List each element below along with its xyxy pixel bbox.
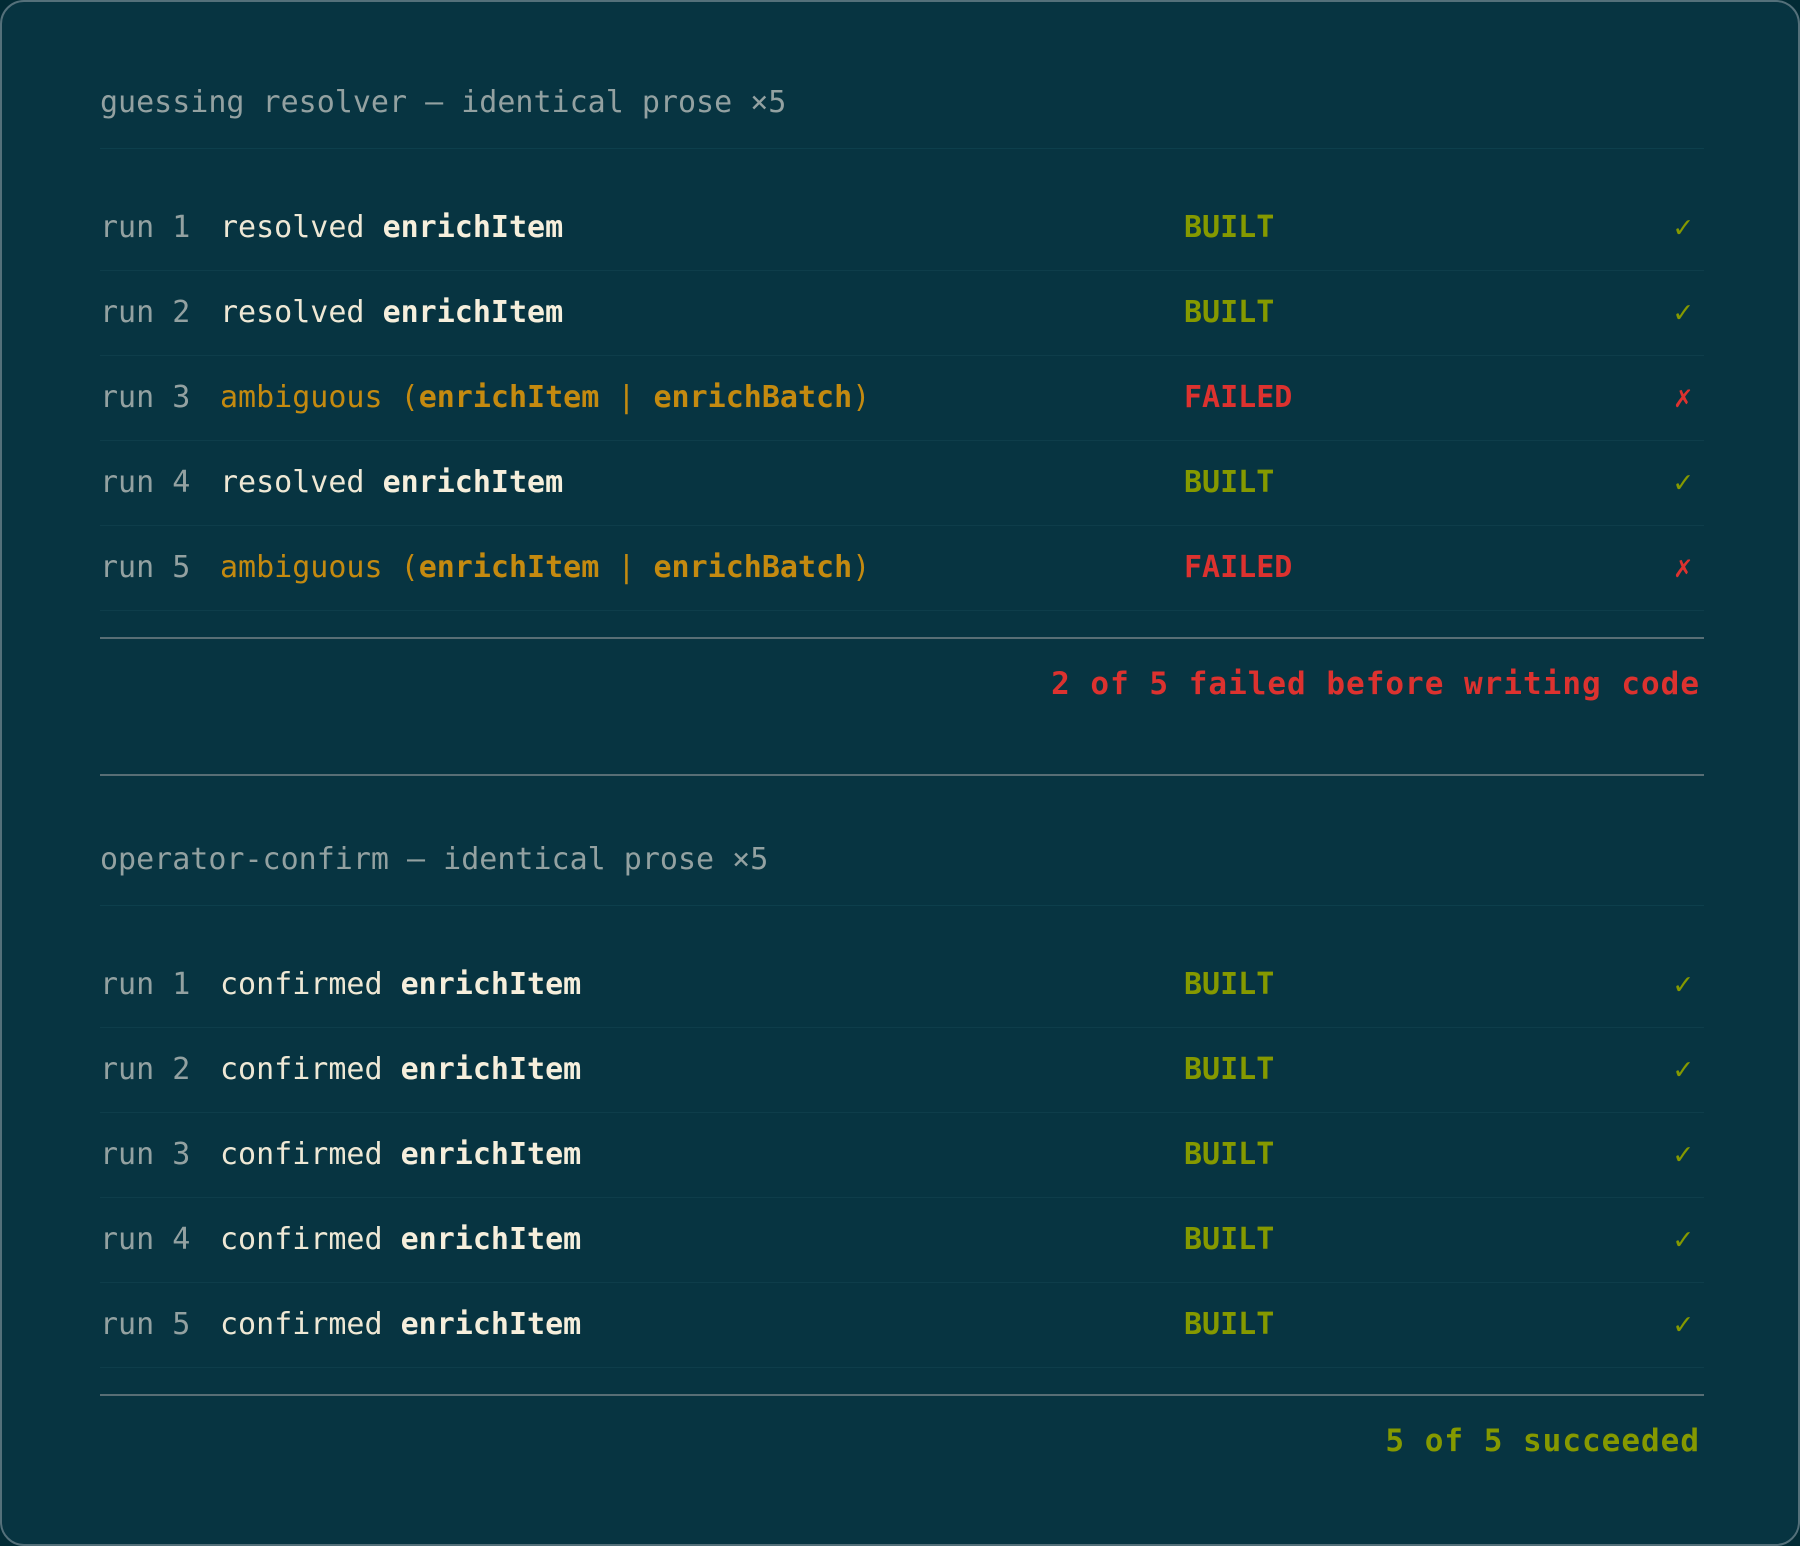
run-description: resolved enrichItem — [220, 441, 563, 525]
function-name: enrichItem — [400, 967, 582, 1002]
run-label: run 3 — [100, 1137, 191, 1172]
run-description: confirmed enrichItem — [220, 1198, 581, 1282]
section-heading: operator-confirm — identical prose ×5 — [100, 842, 769, 877]
run-row: run 2 resolved enrichItem BUILT ✓ — [100, 271, 1704, 356]
status-badge: BUILT — [1184, 465, 1275, 500]
run-verb: confirmed — [220, 1052, 383, 1087]
summary-divider — [100, 637, 1704, 639]
check-icon: ✓ — [1673, 1052, 1692, 1087]
operator-confirm-section: operator-confirm — identical prose ×5 — [100, 835, 1704, 884]
check-icon: ✓ — [1673, 1307, 1692, 1342]
run-description: resolved enrichItem — [220, 271, 563, 355]
function-name: enrichItem — [382, 210, 564, 245]
function-name-alt: enrichBatch — [653, 380, 853, 415]
heading-divider — [100, 148, 1704, 149]
function-name: enrichItem — [400, 1307, 582, 1342]
function-name: enrichItem — [400, 1052, 582, 1087]
separator: | — [599, 550, 654, 585]
run-description: confirmed enrichItem — [220, 943, 581, 1027]
operator-confirm-runs: run 1 confirmed enrichItem BUILT ✓ run 2… — [100, 943, 1704, 1368]
cross-icon: ✗ — [1673, 550, 1692, 585]
run-row: run 4 resolved enrichItem BUILT ✓ — [100, 441, 1704, 526]
function-name: enrichItem — [418, 550, 600, 585]
section-divider — [100, 774, 1704, 776]
failure-summary: 2 of 5 failed before writing code — [1051, 666, 1700, 702]
status-badge: BUILT — [1184, 1052, 1275, 1087]
status-badge: BUILT — [1184, 967, 1275, 1002]
results-panel: guessing resolver — identical prose ×5 r… — [0, 0, 1800, 1546]
function-name-alt: enrichBatch — [653, 550, 853, 585]
function-name: enrichItem — [400, 1222, 582, 1257]
cross-icon: ✗ — [1673, 380, 1692, 415]
run-row: run 1 resolved enrichItem BUILT ✓ — [100, 186, 1704, 271]
run-label: run 4 — [100, 465, 191, 500]
heading-divider — [100, 905, 1704, 906]
status-badge: BUILT — [1184, 1222, 1275, 1257]
run-label: run 1 — [100, 210, 191, 245]
run-row: run 5 ambiguous (enrichItem | enrichBatc… — [100, 526, 1704, 611]
function-name: enrichItem — [418, 380, 600, 415]
function-name: enrichItem — [400, 1137, 582, 1172]
run-description: confirmed enrichItem — [220, 1283, 581, 1367]
run-description: confirmed enrichItem — [220, 1028, 581, 1112]
run-description: confirmed enrichItem — [220, 1113, 581, 1197]
summary-divider — [100, 1394, 1704, 1396]
run-verb: confirmed — [220, 967, 383, 1002]
run-label: run 5 — [100, 550, 191, 585]
run-label: run 2 — [100, 1052, 191, 1087]
success-summary: 5 of 5 succeeded — [1385, 1423, 1700, 1459]
run-description: ambiguous (enrichItem | enrichBatch) — [220, 526, 870, 610]
check-icon: ✓ — [1673, 1222, 1692, 1257]
run-description: resolved enrichItem — [220, 186, 563, 270]
run-row: run 4 confirmed enrichItem BUILT ✓ — [100, 1198, 1704, 1283]
run-row: run 3 confirmed enrichItem BUILT ✓ — [100, 1113, 1704, 1198]
status-badge: BUILT — [1184, 1137, 1275, 1172]
run-verb: resolved — [220, 210, 365, 245]
status-badge: BUILT — [1184, 210, 1275, 245]
check-icon: ✓ — [1673, 1137, 1692, 1172]
run-verb: resolved — [220, 295, 365, 330]
close-paren: ) — [852, 380, 871, 415]
run-verb: confirmed — [220, 1307, 383, 1342]
run-label: run 4 — [100, 1222, 191, 1257]
run-label: run 1 — [100, 967, 191, 1002]
close-paren: ) — [852, 550, 871, 585]
guessing-resolver-section: guessing resolver — identical prose ×5 — [100, 78, 1704, 127]
run-description: ambiguous (enrichItem | enrichBatch) — [220, 356, 870, 440]
check-icon: ✓ — [1673, 295, 1692, 330]
run-row: run 5 confirmed enrichItem BUILT ✓ — [100, 1283, 1704, 1368]
run-row: run 2 confirmed enrichItem BUILT ✓ — [100, 1028, 1704, 1113]
check-icon: ✓ — [1673, 210, 1692, 245]
run-label: run 5 — [100, 1307, 191, 1342]
function-name: enrichItem — [382, 295, 564, 330]
check-icon: ✓ — [1673, 967, 1692, 1002]
run-label: run 2 — [100, 295, 191, 330]
status-badge: FAILED — [1184, 550, 1293, 585]
run-verb: ambiguous ( — [220, 380, 419, 415]
check-icon: ✓ — [1673, 465, 1692, 500]
status-badge: FAILED — [1184, 380, 1293, 415]
run-verb: ambiguous ( — [220, 550, 419, 585]
run-label: run 3 — [100, 380, 191, 415]
run-verb: resolved — [220, 465, 365, 500]
run-row: run 3 ambiguous (enrichItem | enrichBatc… — [100, 356, 1704, 441]
guessing-resolver-runs: run 1 resolved enrichItem BUILT ✓ run 2 … — [100, 186, 1704, 611]
status-badge: BUILT — [1184, 1307, 1275, 1342]
run-row: run 1 confirmed enrichItem BUILT ✓ — [100, 943, 1704, 1028]
function-name: enrichItem — [382, 465, 564, 500]
run-verb: confirmed — [220, 1222, 383, 1257]
run-verb: confirmed — [220, 1137, 383, 1172]
status-badge: BUILT — [1184, 295, 1275, 330]
section-heading: guessing resolver — identical prose ×5 — [100, 85, 787, 120]
separator: | — [599, 380, 654, 415]
